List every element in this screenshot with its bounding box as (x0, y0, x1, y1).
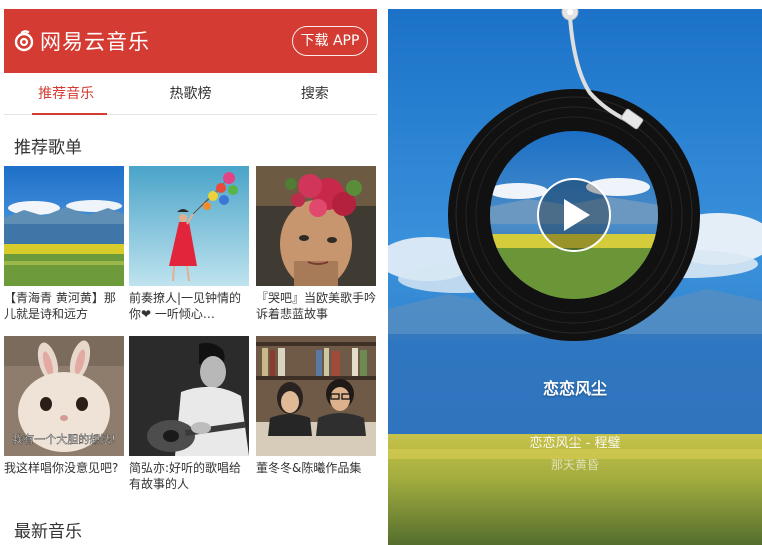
lyric-line: 那天黄昏 (550, 458, 599, 472)
song-artist: 恋恋风尘 - 程璧 (529, 436, 621, 451)
play-button[interactable] (538, 179, 610, 251)
nav-tabs: 推荐音乐 热歌榜 搜索 (4, 73, 377, 115)
playlist-card[interactable]: 董冬冬&陈曦作品集 (256, 336, 376, 492)
playlist-caption: 我这样唱你没意见吧? (4, 461, 119, 475)
playlist-caption: 简弘亦:好听的歌唱给有故事的人 (129, 461, 242, 491)
tab-hot-chart[interactable]: 热歌榜 (128, 73, 252, 114)
playlist-cover: 我有一个大胆的想法! (4, 336, 124, 456)
playlist-caption: 『哭吧』当欧美歌手吟诉着悲蓝故事 (256, 291, 376, 321)
netease-music-icon (14, 30, 34, 52)
mobile-home-panel: 网易云音乐 下载 APP 推荐音乐 热歌榜 搜索 推荐歌单 【青海青 黄河黄】那… (4, 9, 377, 545)
playlist-caption: 前奏撩人|一见钟情的你❤ 一听倾心… (129, 291, 242, 321)
download-app-button[interactable]: 下载 APP (292, 26, 368, 56)
top-bar: 网易云音乐 下载 APP (4, 9, 377, 73)
player-panel: 恋恋风尘 恋恋风尘 - 程璧 那天黄昏 (388, 9, 762, 545)
playlist-cover (4, 166, 124, 286)
tab-recommend[interactable]: 推荐音乐 (4, 73, 128, 115)
playlist-cover (129, 336, 249, 456)
playlist-card[interactable]: 『哭吧』当欧美歌手吟诉着悲蓝故事 (256, 166, 376, 322)
playlist-cover (256, 166, 376, 286)
playlist-caption: 董冬冬&陈曦作品集 (256, 461, 362, 475)
tonearm (562, 9, 646, 135)
playlist-card[interactable]: 【青海青 黄河黄】那儿就是诗和远方 (4, 166, 124, 322)
brand-name: 网易云音乐 (40, 30, 150, 54)
playlist-cover (256, 336, 376, 456)
section-title-latest-music: 最新音乐 (14, 522, 82, 542)
section-title-recommended-playlists: 推荐歌单 (14, 138, 82, 158)
cover-overlay-text: 我有一个大胆的想法! (12, 432, 115, 446)
tab-search[interactable]: 搜索 (253, 73, 377, 114)
playlist-card[interactable]: 简弘亦:好听的歌唱给有故事的人 (129, 336, 249, 492)
app-logo[interactable]: 网易云音乐 (12, 25, 150, 57)
playlist-cover (129, 166, 249, 286)
playlist-caption: 【青海青 黄河黄】那儿就是诗和远方 (4, 291, 116, 321)
song-title: 恋恋风尘 (542, 379, 607, 398)
playlist-card[interactable]: 我有一个大胆的想法! 我这样唱你没意见吧? (4, 336, 124, 492)
playlist-card[interactable]: 前奏撩人|一见钟情的你❤ 一听倾心… (129, 166, 249, 322)
